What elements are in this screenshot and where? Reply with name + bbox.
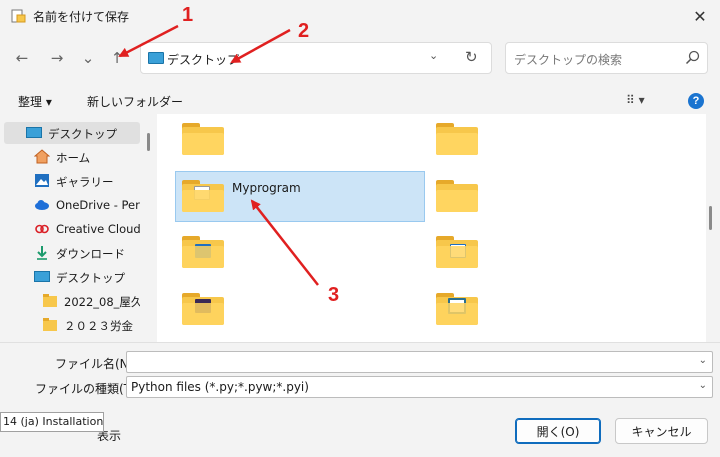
forward-button[interactable]: → — [45, 46, 69, 70]
home-icon — [34, 149, 50, 164]
folder-icon — [43, 294, 57, 307]
filetype-value: Python files (*.py;*.pyw;*.pyi) — [131, 380, 309, 394]
creative-cloud-icon — [35, 224, 49, 234]
folder-icon[interactable] — [436, 236, 478, 268]
sidebar-scrollbar[interactable] — [147, 133, 150, 151]
view-options-button[interactable]: ⠿ ▾ — [626, 93, 645, 107]
sidebar-item-label: Creative Cloud F — [56, 222, 140, 236]
search-input[interactable]: デスクトップの検索 — [505, 42, 708, 74]
folder-icon[interactable] — [182, 293, 224, 325]
annotation-number-2: 2 — [298, 20, 310, 42]
sidebar-item-downloads[interactable]: ダウンロード — [4, 242, 140, 264]
close-button[interactable]: ✕ — [684, 2, 716, 30]
new-folder-button[interactable]: 新しいフォルダー — [87, 93, 183, 110]
back-button[interactable]: ← — [10, 46, 34, 70]
chevron-down-icon[interactable]: ⌄ — [699, 380, 707, 391]
help-icon[interactable]: ? — [688, 93, 704, 109]
folder-icon[interactable] — [182, 236, 224, 268]
sidebar-item-folder-2023[interactable]: ２０２３労金 — [4, 314, 140, 336]
desktop-icon — [26, 127, 42, 138]
desktop-icon — [34, 271, 50, 282]
command-bar: 整理 ▾ 新しいフォルダー — [0, 88, 720, 114]
filetype-select[interactable]: Python files (*.py;*.pyw;*.pyi) ⌄ — [126, 376, 713, 398]
title-bar: 名前を付けて保存 ✕ — [0, 0, 720, 32]
sidebar-item-desktop-2[interactable]: デスクトップ — [4, 266, 140, 288]
cancel-button[interactable]: キャンセル — [615, 418, 708, 444]
sidebar-item-label: ギャラリー — [56, 175, 114, 189]
open-button[interactable]: 開く(O) — [515, 418, 601, 444]
address-bar[interactable]: デスクトップ ⌄ ↻ — [140, 42, 492, 74]
sidebar-item-label: ホーム — [56, 151, 91, 165]
content-scrollbar[interactable] — [709, 206, 712, 230]
navigation-pane: デスクトップ ホーム ギャラリー OneDrive - Perso Creati… — [0, 120, 157, 342]
search-placeholder: デスクトップの検索 — [514, 53, 623, 67]
filename-field[interactable]: ⌄ — [126, 351, 713, 373]
annotation-number-3: 3 — [328, 284, 340, 306]
sidebar-item-label: ２０２３労金 — [64, 319, 133, 333]
download-icon — [37, 246, 47, 260]
sidebar-item-desktop[interactable]: デスクトップ — [4, 122, 140, 144]
sidebar-item-label: デスクトップ — [56, 271, 125, 285]
window-title: 名前を付けて保存 — [33, 10, 130, 24]
chevron-down-icon[interactable]: ⌄ — [429, 49, 438, 62]
save-dialog-icon — [11, 9, 26, 23]
address-text: デスクトップ — [167, 53, 240, 67]
cloud-icon — [35, 200, 49, 210]
chevron-down-icon[interactable]: ⌄ — [699, 355, 707, 366]
taskbar-tooltip: 14 (ja) Installation — [0, 412, 104, 432]
annotation-number-1: 1 — [182, 4, 194, 26]
desktop-icon — [148, 52, 164, 64]
gallery-icon — [35, 174, 49, 187]
folder-icon[interactable] — [436, 123, 478, 155]
refresh-button[interactable]: ↻ — [465, 48, 478, 66]
sidebar-item-label: 2022_08_屋久島 — [64, 295, 140, 309]
folder-icon — [43, 318, 57, 331]
sidebar-item-label: OneDrive - Perso — [56, 198, 140, 212]
folder-icon — [182, 180, 224, 212]
folder-icon[interactable] — [436, 180, 478, 212]
sidebar-item-label: ダウンロード — [56, 247, 125, 261]
sidebar-item-folder-yakushima[interactable]: 2022_08_屋久島 — [4, 290, 140, 312]
folder-icon[interactable] — [436, 293, 478, 325]
organize-button[interactable]: 整理 ▾ — [18, 93, 52, 110]
sidebar-item-creative-cloud[interactable]: Creative Cloud F — [4, 218, 140, 240]
sidebar-item-label: デスクトップ — [48, 127, 117, 141]
folder-label: Myprogram — [232, 181, 301, 195]
up-button[interactable]: ↑ — [105, 46, 129, 70]
file-list — [157, 114, 706, 342]
sidebar-item-gallery[interactable]: ギャラリー — [4, 170, 140, 192]
folder-icon[interactable] — [182, 123, 224, 155]
sidebar-item-home[interactable]: ホーム — [4, 146, 140, 168]
filetype-label: ファイルの種類(T): — [35, 382, 140, 396]
search-icon — [685, 50, 700, 65]
recent-locations-button[interactable]: ⌄ — [76, 46, 100, 70]
sidebar-item-onedrive[interactable]: OneDrive - Perso — [4, 194, 140, 216]
